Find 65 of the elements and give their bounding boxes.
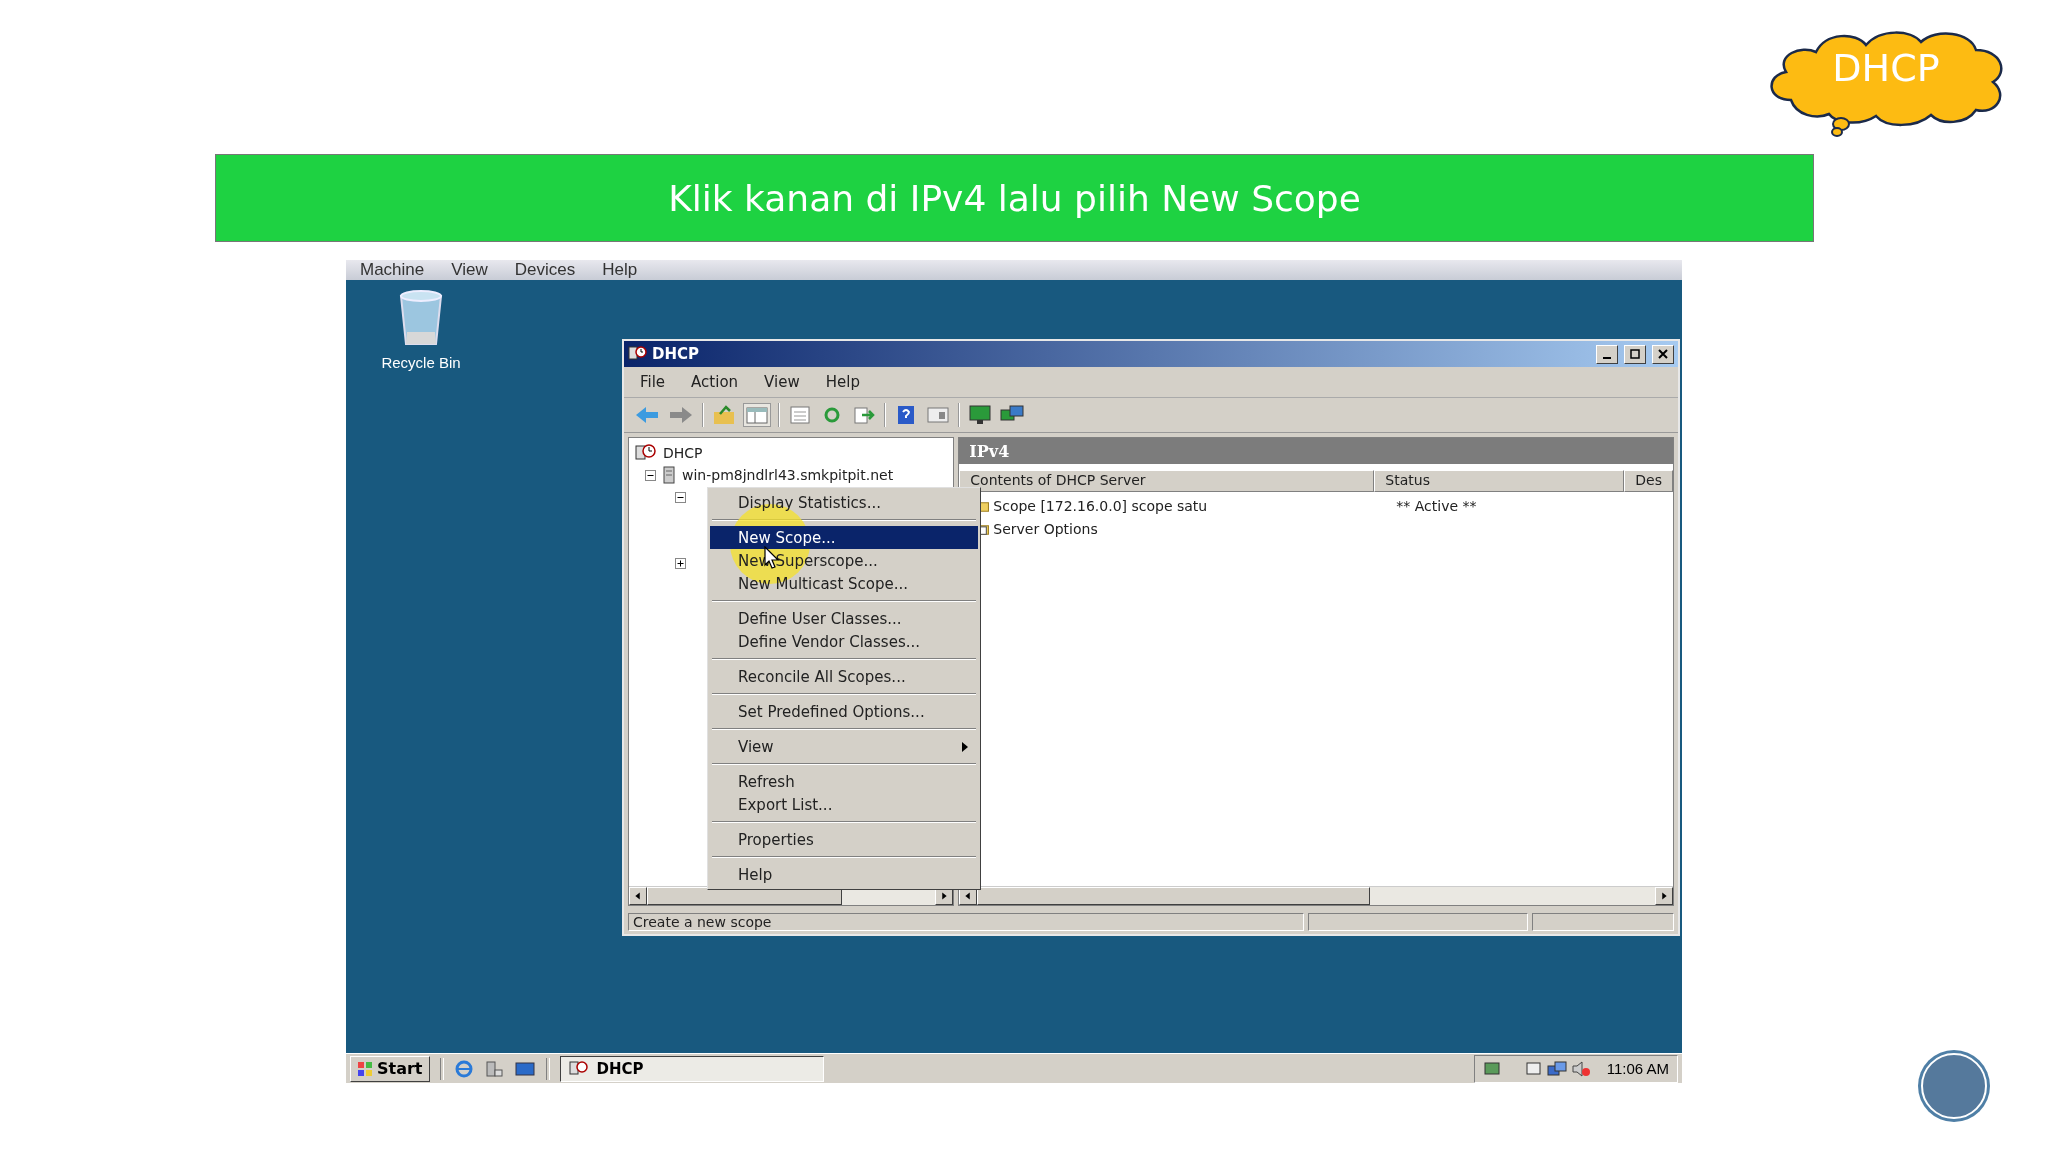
menu-item[interactable]: Properties <box>710 828 978 851</box>
minimize-button[interactable] <box>1596 344 1618 364</box>
collapse-icon[interactable] <box>645 469 656 481</box>
minimize-icon <box>1603 357 1611 359</box>
monitors-icon[interactable] <box>1546 1059 1567 1078</box>
maximize-button[interactable] <box>1624 344 1646 364</box>
clock: 11:06 AM <box>1606 1060 1669 1077</box>
menu-item[interactable]: Help <box>825 373 860 391</box>
menu-item[interactable]: View <box>764 373 800 391</box>
submenu-arrow-icon <box>962 741 968 752</box>
server-manager-icon[interactable] <box>483 1058 504 1079</box>
panel-icon[interactable] <box>926 404 950 426</box>
menu-item[interactable]: Devices <box>514 260 576 280</box>
column-header[interactable]: Contents of DHCP Server <box>959 470 1375 492</box>
table-cell-text: ** Active ** <box>1395 497 1477 514</box>
menu-item[interactable]: Help <box>602 260 638 280</box>
server-clock-icon <box>568 1059 589 1078</box>
collapse-icon[interactable] <box>675 491 686 503</box>
menu-item[interactable]: Action <box>691 373 739 391</box>
scroll-left-icon[interactable] <box>629 887 647 905</box>
tree-item[interactable]: win-pm8jndlrl43.smkpitpit.net <box>682 467 894 483</box>
menu-item[interactable]: Define User Classes... <box>710 607 978 630</box>
menu-item[interactable]: New Scope... <box>710 526 978 549</box>
column-header[interactable]: Des <box>1624 470 1673 492</box>
muted-speaker-icon[interactable] <box>1570 1059 1591 1078</box>
menu-item[interactable]: Refresh <box>710 770 978 793</box>
menu-item[interactable]: Display Statistics... <box>710 491 978 514</box>
menu-item[interactable]: Define Vendor Classes... <box>710 630 978 653</box>
start-button[interactable]: Start <box>350 1055 430 1082</box>
menu-item[interactable]: Reconcile All Scopes... <box>710 665 978 688</box>
scroll-right-icon[interactable] <box>1655 887 1673 905</box>
menu-item[interactable]: File <box>640 373 666 391</box>
server-clock-icon <box>635 444 657 462</box>
bubble-title: DHCP <box>1832 46 1940 90</box>
menu-item[interactable]: Set Predefined Options... <box>710 700 978 723</box>
close-button[interactable] <box>1652 344 1674 364</box>
status-text: Create a new scope <box>628 913 1304 931</box>
instruction-banner: Klik kanan di IPv4 lalu pilih New Scope <box>215 154 1814 242</box>
server-clock-icon <box>628 345 648 363</box>
folder-up-icon[interactable] <box>712 404 736 426</box>
menu-item[interactable]: Help <box>710 863 978 886</box>
column-header[interactable]: Status <box>1374 470 1625 492</box>
window-title: DHCP <box>652 345 699 363</box>
four-squares-icon <box>357 1060 373 1077</box>
close-icon <box>1658 349 1668 359</box>
tree-item[interactable]: DHCP <box>663 445 703 461</box>
taskbar-button[interactable]: DHCP <box>559 1055 824 1082</box>
export-icon[interactable] <box>852 404 876 426</box>
menu-item[interactable]: View <box>710 735 978 758</box>
maximize-icon <box>1630 349 1640 359</box>
server-icon <box>662 466 676 484</box>
expand-icon[interactable] <box>675 557 686 569</box>
browser-icon[interactable] <box>453 1058 474 1079</box>
scroll-thumb[interactable] <box>977 887 1370 905</box>
menu-item[interactable]: New Multicast Scope... <box>710 572 978 595</box>
horizontal-scrollbar[interactable] <box>959 886 1673 905</box>
monitor-icon[interactable] <box>968 404 992 426</box>
network-icon[interactable] <box>1482 1059 1503 1078</box>
menu-item[interactable]: Export List... <box>710 793 978 816</box>
table-cell[interactable]: Scope [172.16.0.0] scope satu <box>993 497 1208 514</box>
menu-item[interactable]: View <box>451 260 488 280</box>
menu-item[interactable]: Machine <box>360 260 425 280</box>
pane-title: IPv4 <box>959 438 1673 464</box>
icon-label: Recycle Bin <box>381 354 461 371</box>
table-cell[interactable]: Server Options <box>993 520 1098 537</box>
